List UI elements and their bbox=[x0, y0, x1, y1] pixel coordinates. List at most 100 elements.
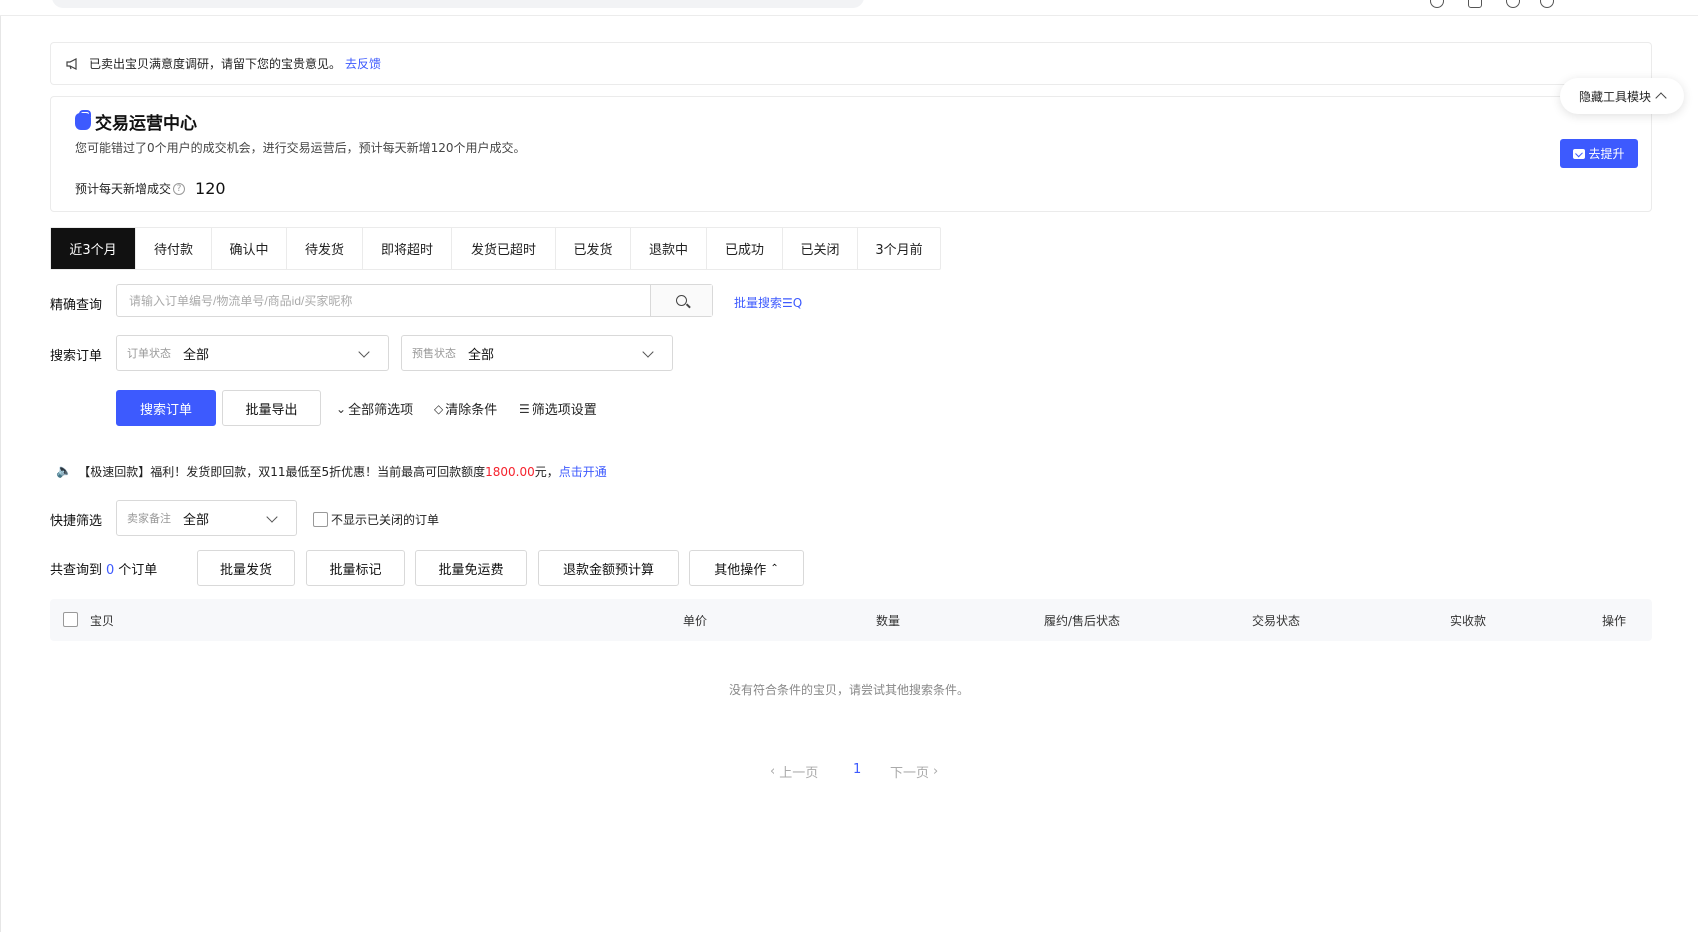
batch-export-button[interactable]: 批量导出 bbox=[222, 390, 321, 426]
order-count-summary: 共查询到 0 个订单 bbox=[50, 559, 157, 578]
user-icon[interactable] bbox=[1430, 0, 1444, 8]
next-page-button[interactable]: 下一页 › bbox=[890, 762, 938, 781]
hide-tools-label: 隐藏工具模块 bbox=[1578, 89, 1651, 104]
other-actions-dropdown[interactable]: 其他操作 ⌃ bbox=[689, 550, 804, 586]
other-actions-label: 其他操作 bbox=[714, 562, 767, 578]
global-search-bar[interactable] bbox=[52, 0, 864, 8]
hide-closed-orders-option[interactable]: 不显示已关闭的订单 bbox=[313, 511, 439, 528]
quick-filter-label: 快捷筛选 bbox=[50, 514, 103, 529]
hide-closed-checkbox[interactable] bbox=[313, 512, 328, 527]
col-received: 实收款 bbox=[1450, 614, 1487, 628]
tab-completed[interactable]: 已成功 bbox=[707, 228, 783, 269]
notice-text: 已卖出宝贝满意度调研，请留下您的宝贵意见。 bbox=[89, 57, 342, 71]
chevron-up-icon bbox=[1655, 92, 1667, 104]
estimated-deals-value: 120 bbox=[195, 179, 226, 198]
top-bar bbox=[0, 0, 1698, 16]
batch-search-label: 批量搜索 bbox=[734, 296, 783, 310]
next-page-label: 下一页 bbox=[890, 766, 930, 781]
search-icon bbox=[676, 295, 687, 306]
chevron-left-icon: ‹ bbox=[770, 764, 776, 779]
seller-remark-select-label: 卖家备注 bbox=[127, 512, 171, 525]
search-orders-button[interactable]: 搜索订单 bbox=[116, 390, 216, 426]
order-search-input[interactable] bbox=[117, 285, 650, 316]
order-status-select-label: 订单状态 bbox=[127, 347, 171, 360]
summary-prefix: 共查询到 bbox=[50, 563, 103, 578]
col-actions: 操作 bbox=[1602, 614, 1627, 628]
seller-remark-select[interactable]: 卖家备注 全部 bbox=[116, 500, 297, 536]
select-all-checkbox[interactable] bbox=[63, 612, 78, 627]
batch-free-shipping-button[interactable]: 批量免运费 bbox=[415, 550, 527, 586]
all-filters-toggle[interactable]: ⌄ 全部筛选项 bbox=[336, 399, 414, 419]
page-number-current[interactable]: 1 bbox=[853, 762, 861, 777]
left-divider bbox=[0, 16, 1, 932]
batch-mark-button[interactable]: 批量标记 bbox=[306, 550, 405, 586]
tab-to-ship[interactable]: 待发货 bbox=[287, 228, 363, 269]
order-status-tabs: 近3个月 待付款 确认中 待发货 即将超时 发货已超时 已发货 退款中 已成功 … bbox=[50, 227, 941, 270]
order-table-header: 宝贝 单价 数量 履约/售后状态 交易状态 实收款 操作 bbox=[50, 599, 1652, 641]
chart-icon bbox=[1573, 148, 1586, 159]
trade-center-desc: 您可能错过了0个用户的成交机会，进行交易运营后，预计每天新增120个用户成交。 bbox=[75, 141, 526, 155]
prev-page-button[interactable]: ‹ 上一页 bbox=[770, 762, 818, 781]
empty-state-message: 没有符合条件的宝贝，请尝试其他搜索条件。 bbox=[728, 683, 969, 697]
presale-status-select[interactable]: 预售状态 全部 bbox=[401, 335, 673, 371]
estimated-deals-label: 预计每天新增成交 bbox=[75, 182, 172, 196]
clear-conditions-label: 清除条件 bbox=[445, 403, 498, 418]
fast-payback-promo: 🔈 【极速回款】福利！发货即回款，双11最低至5折优惠！当前最高可回款额度 18… bbox=[56, 463, 607, 480]
prev-page-label: 上一页 bbox=[779, 766, 819, 781]
order-status-select-value: 全部 bbox=[183, 347, 210, 363]
chevron-down-icon bbox=[642, 346, 654, 358]
filter-settings-label: 筛选项设置 bbox=[531, 403, 597, 418]
feedback-link[interactable]: 去反馈 bbox=[345, 55, 381, 72]
tab-recent-3-months[interactable]: 近3个月 bbox=[51, 228, 136, 269]
order-count: 0 bbox=[106, 563, 115, 578]
search-button[interactable] bbox=[650, 285, 712, 316]
tab-confirming[interactable]: 确认中 bbox=[212, 228, 287, 269]
eraser-icon: ◇ bbox=[434, 401, 444, 416]
speaker-icon: 🔈 bbox=[56, 464, 73, 479]
col-trade-status: 交易状态 bbox=[1252, 614, 1301, 628]
help-icon[interactable] bbox=[1506, 0, 1520, 8]
message-icon[interactable] bbox=[1468, 0, 1482, 8]
batch-search-link[interactable]: 批量搜索☰Q bbox=[734, 294, 802, 311]
hide-tools-button[interactable]: 隐藏工具模块 bbox=[1560, 78, 1684, 114]
promo-activate-link[interactable]: 点击开通 bbox=[559, 463, 607, 480]
col-item: 宝贝 bbox=[90, 614, 115, 628]
col-quantity: 数量 bbox=[876, 614, 901, 628]
settings-icon[interactable] bbox=[1540, 0, 1554, 8]
presale-status-select-value: 全部 bbox=[468, 347, 495, 363]
seller-remark-select-value: 全部 bbox=[183, 512, 210, 528]
question-icon[interactable]: ? bbox=[173, 182, 186, 195]
tab-closed[interactable]: 已关闭 bbox=[783, 228, 858, 269]
improve-button[interactable]: 去提升 bbox=[1560, 139, 1638, 168]
improve-button-label: 去提升 bbox=[1588, 147, 1625, 161]
tab-pending-payment[interactable]: 待付款 bbox=[136, 228, 212, 269]
tab-older-than-3-months[interactable]: 3个月前 bbox=[858, 228, 940, 269]
all-filters-label: 全部筛选项 bbox=[348, 403, 414, 418]
trade-operation-center: 交易运营中心 您可能错过了0个用户的成交机会，进行交易运营后，预计每天新增120… bbox=[50, 96, 1652, 212]
clear-conditions-button[interactable]: ◇ 清除条件 bbox=[434, 399, 498, 419]
batch-ship-button[interactable]: 批量发货 bbox=[197, 550, 295, 586]
chevron-down-icon: ⌄ bbox=[336, 401, 347, 416]
list-icon: ☰ bbox=[519, 401, 530, 416]
trade-center-title: 交易运营中心 bbox=[75, 109, 197, 134]
exact-search-label: 精确查询 bbox=[50, 298, 103, 313]
col-fulfillment-status: 履约/售后状态 bbox=[1044, 614, 1121, 628]
chevron-right-icon: › bbox=[933, 764, 939, 779]
order-status-select[interactable]: 订单状态 全部 bbox=[116, 335, 389, 371]
chevron-down-icon bbox=[266, 511, 278, 523]
tab-shipped[interactable]: 已发货 bbox=[556, 228, 631, 269]
tab-about-to-timeout[interactable]: 即将超时 bbox=[363, 228, 452, 269]
megaphone-icon bbox=[65, 56, 81, 72]
batch-search-icon: ☰Q bbox=[782, 296, 803, 310]
estimated-deals: 预计每天新增成交 ? 120 bbox=[75, 179, 226, 198]
chevron-down-icon bbox=[358, 346, 370, 358]
promo-amount: 1800.00 bbox=[485, 464, 535, 479]
refund-estimate-button[interactable]: 退款金额预计算 bbox=[538, 550, 679, 586]
chevron-up-icon: ⌃ bbox=[770, 562, 779, 574]
tab-refunding[interactable]: 退款中 bbox=[631, 228, 707, 269]
filter-settings-button[interactable]: ☰ 筛选项设置 bbox=[519, 399, 597, 419]
promo-text: 【极速回款】福利！发货即回款，双11最低至5折优惠！当前最高可回款额度 bbox=[78, 465, 486, 479]
summary-suffix: 个订单 bbox=[118, 563, 158, 578]
tab-shipping-overdue[interactable]: 发货已超时 bbox=[452, 228, 556, 269]
col-unit-price: 单价 bbox=[683, 614, 708, 628]
